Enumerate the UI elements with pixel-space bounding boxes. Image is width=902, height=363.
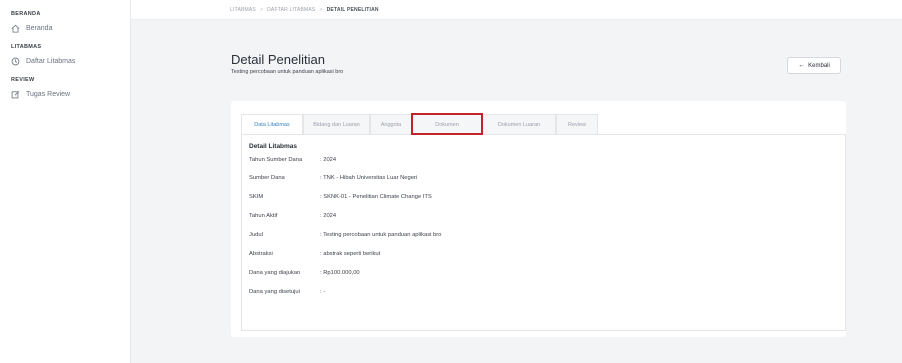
breadcrumb-separator: > [319, 6, 323, 13]
home-icon [11, 24, 20, 33]
breadcrumb-separator: > [259, 6, 264, 13]
detail-row: SKIM : SKNK-01 - Penelitian Climate Chan… [249, 194, 432, 200]
detail-panel: Detail Litabmas Tahun Sumber Dana : 2024… [241, 134, 846, 331]
sidebar: BERANDA Beranda LITABMAS Daftar Litabmas… [0, 0, 131, 363]
tab-label: Dokumen Luaran [497, 121, 541, 128]
detail-value: : - [320, 289, 326, 295]
tab-review[interactable]: Review [556, 114, 598, 134]
tab-dokumen-luaran[interactable]: Dokumen Luaran [482, 114, 556, 134]
tab-label: Data Litabmas [254, 121, 290, 128]
back-button[interactable]: ← Kembali [787, 57, 841, 74]
detail-row: Tahun Aktif : 2024 [249, 213, 336, 219]
arrow-left-icon: ← [798, 62, 806, 69]
tab-dokumen[interactable]: Dokumen [411, 113, 483, 135]
detail-value: : Rp100.000,00 [320, 270, 360, 276]
detail-label: SKIM [249, 194, 264, 200]
sidebar-item-beranda[interactable]: Beranda [0, 21, 130, 35]
sidebar-section-beranda: BERANDA [11, 11, 41, 17]
tab-anggota[interactable]: Anggota [370, 114, 412, 134]
sidebar-section-litabmas: LITABMAS [11, 44, 42, 50]
tab-bar: Data Litabmas Bidang dan Luaran Anggota … [241, 113, 598, 135]
detail-title: Detail Litabmas [249, 143, 298, 150]
detail-row: Dana yang disetujui : - [249, 289, 325, 295]
edit-icon [11, 90, 20, 99]
detail-value: : TNK - Hibah Universitas Luar Negeri [320, 175, 418, 181]
page-title: Detail Penelitian [231, 52, 325, 67]
detail-label: Dana yang disetujui [249, 289, 300, 295]
tab-bidang-dan-luaran[interactable]: Bidang dan Luaran [303, 114, 370, 134]
detail-label: Dana yang diajukan [249, 270, 301, 276]
sidebar-item-label: Tugas Review [26, 90, 71, 98]
sidebar-item-tugas-review[interactable]: Tugas Review [0, 87, 130, 101]
tab-label: Bidang dan Luaran [313, 121, 360, 128]
tab-label: Anggota [380, 121, 402, 128]
detail-card: Data Litabmas Bidang dan Luaran Anggota … [231, 101, 846, 337]
sidebar-section-review: REVIEW [11, 77, 35, 83]
detail-row: Judul : Testing percobaan untuk panduan … [249, 232, 441, 238]
detail-value: : 2024 [320, 213, 337, 219]
back-button-label: Kembali [808, 62, 830, 69]
breadcrumb: LITABMAS > DAFTAR LITABMAS > DETAIL PENE… [131, 0, 902, 20]
detail-label: Judul [249, 232, 263, 238]
page-subtitle: Testing percobaan untuk panduan aplikasi… [231, 69, 344, 75]
detail-value: : SKNK-01 - Penelitian Climate Change IT… [320, 194, 432, 200]
breadcrumb-daftar-litabmas[interactable]: DAFTAR LITABMAS [267, 7, 315, 13]
tab-label: Dokumen [435, 121, 459, 128]
detail-row: Abstraksi : abstrak seperti berikut [249, 251, 380, 257]
sidebar-item-label: Daftar Litabmas [26, 57, 76, 65]
detail-row: Sumber Dana : TNK - Hibah Universitas Lu… [249, 175, 417, 181]
detail-value: : Testing percobaan untuk panduan aplika… [320, 232, 442, 238]
breadcrumb-litabmas[interactable]: LITABMAS [230, 7, 256, 13]
detail-label: Sumber Dana [249, 175, 285, 181]
detail-label: Tahun Sumber Dana [249, 157, 303, 163]
main-content: LITABMAS > DAFTAR LITABMAS > DETAIL PENE… [131, 0, 902, 363]
detail-label: Abstraksi [249, 251, 273, 257]
detail-row: Tahun Sumber Dana : 2024 [249, 157, 336, 163]
breadcrumb-current: DETAIL PENELITIAN [326, 6, 379, 13]
tab-data-litabmas[interactable]: Data Litabmas [241, 114, 303, 134]
sidebar-item-daftar-litabmas[interactable]: Daftar Litabmas [0, 54, 130, 68]
detail-label: Tahun Aktif [249, 213, 278, 219]
sidebar-item-label: Beranda [26, 24, 53, 32]
detail-value: : abstrak seperti berikut [320, 251, 381, 257]
detail-value: : 2024 [320, 157, 337, 163]
detail-row: Dana yang diajukan : Rp100.000,00 [249, 270, 360, 276]
tab-label: Review [567, 121, 587, 128]
clock-icon [11, 57, 20, 66]
